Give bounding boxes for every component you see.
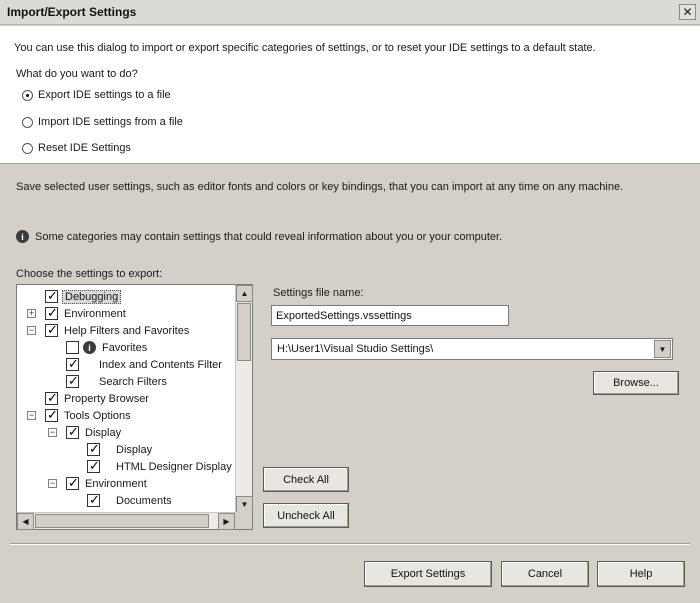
tree-checkbox[interactable] xyxy=(45,390,58,406)
tree-horizontal-scrollbar[interactable]: ◀ ▶ xyxy=(17,512,235,530)
tree-node-label[interactable]: Display xyxy=(114,444,154,456)
cancel-button[interactable]: Cancel xyxy=(501,561,589,587)
file-name-input[interactable] xyxy=(271,305,509,326)
check-all-label: Check All xyxy=(283,473,329,486)
radio-export[interactable]: Export IDE settings to a file xyxy=(22,89,171,101)
description-text: Save selected user settings, such as edi… xyxy=(16,181,624,193)
expand-plus-icon[interactable]: + xyxy=(27,309,36,318)
close-button[interactable]: ✕ xyxy=(679,4,696,20)
tree-node-search-filters[interactable]: Search Filters xyxy=(66,373,169,390)
collapse-minus-icon[interactable]: − xyxy=(48,479,57,488)
tree-checkbox[interactable] xyxy=(66,424,79,440)
settings-tree[interactable]: Debugging + Environment − Help Filters a… xyxy=(16,284,253,530)
cancel-label: Cancel xyxy=(527,568,563,580)
scroll-corner xyxy=(235,512,252,529)
tree-checkbox[interactable] xyxy=(45,288,58,304)
radio-import-label[interactable]: Import IDE settings from a file xyxy=(38,116,183,128)
tree-checkbox[interactable] xyxy=(87,458,100,474)
title-bar[interactable]: Import/Export Settings ✕ xyxy=(0,0,700,25)
intro-text: You can use this dialog to import or exp… xyxy=(14,42,596,54)
uncheck-all-label: Uncheck All xyxy=(277,509,335,522)
tree-node-display[interactable]: Display xyxy=(87,441,154,458)
window-title: Import/Export Settings xyxy=(7,5,137,19)
tree-node-environment-sub[interactable]: Environment xyxy=(66,475,149,492)
tree-checkbox[interactable] xyxy=(45,322,58,338)
close-icon: ✕ xyxy=(682,5,693,19)
question-label: What do you want to do? xyxy=(16,68,138,80)
tree-checkbox[interactable] xyxy=(45,305,58,321)
choose-settings-label: Choose the settings to export: xyxy=(16,268,163,280)
scroll-thumb[interactable] xyxy=(35,514,209,528)
scroll-right-icon[interactable]: ▶ xyxy=(218,513,235,530)
export-settings-button[interactable]: Export Settings xyxy=(364,561,492,587)
radio-reset-indicator[interactable] xyxy=(22,142,33,154)
tree-checkbox[interactable] xyxy=(66,341,79,354)
radio-import[interactable]: Import IDE settings from a file xyxy=(22,116,183,128)
help-label: Help xyxy=(629,568,653,580)
collapse-minus-icon[interactable]: − xyxy=(27,411,36,420)
tree-checkbox[interactable] xyxy=(66,475,79,491)
tree-node-label[interactable]: Favorites xyxy=(100,342,149,354)
tree-node-html-designer-display[interactable]: HTML Designer Display xyxy=(87,458,234,475)
collapse-minus-icon[interactable]: − xyxy=(27,326,36,335)
radio-import-indicator[interactable] xyxy=(22,116,33,128)
check-all-button[interactable]: Check All xyxy=(263,467,349,492)
info-icon: i xyxy=(16,230,29,243)
tree-viewport: Debugging + Environment − Help Filters a… xyxy=(17,285,235,513)
info-text: Some categories may contain settings tha… xyxy=(35,230,503,243)
help-button[interactable]: Help xyxy=(597,561,685,587)
tree-node-label[interactable]: Documents xyxy=(114,495,174,507)
bottom-divider xyxy=(10,543,690,545)
tree-checkbox[interactable] xyxy=(45,407,58,423)
chevron-down-icon[interactable]: ▼ xyxy=(654,340,671,358)
tree-node-display-group[interactable]: Display xyxy=(66,424,123,441)
tree-node-label[interactable]: Debugging xyxy=(62,289,122,304)
tree-node-label[interactable]: Display xyxy=(83,427,123,439)
radio-reset-label[interactable]: Reset IDE Settings xyxy=(38,142,131,154)
tree-node-debugging[interactable]: Debugging xyxy=(45,288,122,305)
scroll-down-icon[interactable]: ▼ xyxy=(236,496,253,513)
tree-node-label[interactable]: Search Filters xyxy=(97,376,169,388)
uncheck-all-button[interactable]: Uncheck All xyxy=(263,503,349,528)
tree-node-tools-options[interactable]: Tools Options xyxy=(45,407,133,424)
tree-node-environment[interactable]: Environment xyxy=(45,305,128,322)
browse-button[interactable]: Browse... xyxy=(593,371,679,395)
import-export-dialog: Import/Export Settings ✕ You can use thi… xyxy=(0,0,700,603)
tree-node-label[interactable]: Tools Options xyxy=(62,410,133,422)
browse-button-label: Browse... xyxy=(613,377,659,389)
tree-node-documents[interactable]: Documents xyxy=(87,492,174,509)
tree-node-label[interactable]: Help Filters and Favorites xyxy=(62,325,191,337)
tree-node-help-filters[interactable]: Help Filters and Favorites xyxy=(45,322,191,339)
export-settings-label: Export Settings xyxy=(390,568,466,580)
tree-checkbox[interactable] xyxy=(87,441,100,457)
radio-export-indicator[interactable] xyxy=(22,89,33,101)
tree-checkbox[interactable] xyxy=(87,492,100,508)
info-icon: i xyxy=(83,341,96,354)
folder-path-value: H:\User1\Visual Studio Settings\ xyxy=(277,343,434,355)
tree-node-property-browser[interactable]: Property Browser xyxy=(45,390,151,407)
collapse-minus-icon[interactable]: − xyxy=(48,428,57,437)
tree-checkbox[interactable] xyxy=(66,373,79,389)
scroll-thumb[interactable] xyxy=(237,303,251,361)
scroll-up-icon[interactable]: ▲ xyxy=(236,285,253,302)
tree-node-label[interactable]: Index and Contents Filter xyxy=(97,359,224,371)
tree-node-favorites[interactable]: i Favorites xyxy=(66,339,149,356)
tree-checkbox[interactable] xyxy=(66,356,79,372)
header-panel: You can use this dialog to import or exp… xyxy=(0,26,700,164)
folder-path-combobox[interactable]: H:\User1\Visual Studio Settings\ ▼ xyxy=(271,338,673,360)
tree-node-label[interactable]: Environment xyxy=(83,478,149,490)
tree-node-label[interactable]: Property Browser xyxy=(62,393,151,405)
tree-node-index-contents[interactable]: Index and Contents Filter xyxy=(66,356,224,373)
tree-node-label[interactable]: Environment xyxy=(62,308,128,320)
tree-vertical-scrollbar[interactable]: ▲ ▼ xyxy=(235,285,253,513)
radio-reset[interactable]: Reset IDE Settings xyxy=(22,142,131,154)
file-name-label: Settings file name: xyxy=(273,287,364,299)
info-notice: i Some categories may contain settings t… xyxy=(16,230,502,243)
tree-node-label[interactable]: HTML Designer Display xyxy=(114,461,234,473)
scroll-left-icon[interactable]: ◀ xyxy=(17,513,34,530)
radio-export-label[interactable]: Export IDE settings to a file xyxy=(38,89,171,101)
